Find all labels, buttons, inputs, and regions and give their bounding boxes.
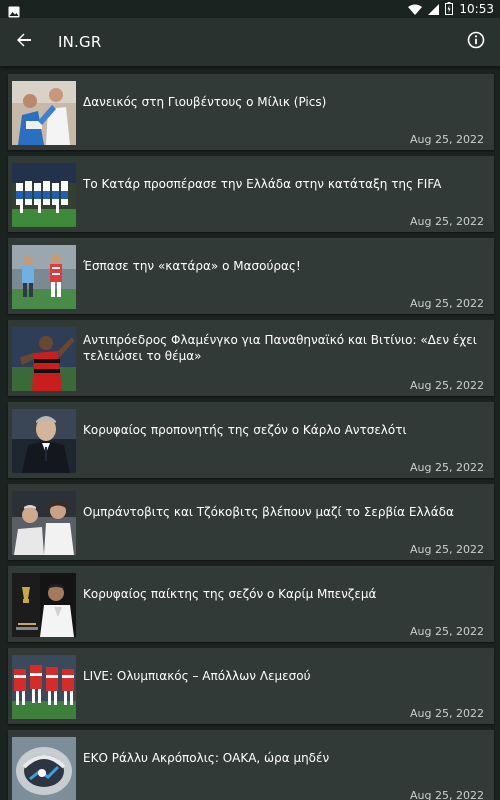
news-thumbnail	[12, 491, 76, 555]
news-title: Δανεικός στη Γιουβέντους ο Μίλικ (Pics)	[83, 95, 327, 109]
news-date: Aug 25, 2022	[410, 707, 484, 720]
news-thumbnail	[12, 81, 76, 145]
status-time: 10:53	[459, 2, 494, 16]
news-thumbnail	[12, 573, 76, 637]
news-title: ΕΚΟ Ράλλυ Ακρόπολις: ΟΑΚΑ, ώρα μηδέν	[83, 751, 330, 765]
news-title: Κορυφαίος προπονητής της σεζόν ο Κάρλο Α…	[83, 423, 407, 437]
app-bar: IN.GR	[0, 18, 500, 66]
news-date: Aug 25, 2022	[410, 543, 484, 556]
info-button[interactable]	[460, 26, 492, 58]
news-thumbnail	[12, 327, 76, 391]
news-date: Aug 25, 2022	[410, 379, 484, 392]
news-item[interactable]: ΕΚΟ Ράλλυ Ακρόπολις: ΟΑΚΑ, ώρα μηδέν Aug…	[8, 730, 494, 800]
news-title: Ομπράντοβιτς και Τζόκοβιτς βλέπουν μαζί …	[83, 505, 454, 519]
signal-icon	[428, 0, 440, 19]
status-icons: 10:53	[408, 0, 494, 18]
news-title: Αντιπρόεδρος Φλαμένγκο για Παναθηναϊκό κ…	[83, 333, 477, 363]
news-item[interactable]: Το Κατάρ προσπέρασε την Ελλάδα στην κατά…	[8, 156, 494, 232]
app-title: IN.GR	[58, 33, 102, 51]
news-title: Το Κατάρ προσπέρασε την Ελλάδα στην κατά…	[83, 177, 442, 191]
news-date: Aug 25, 2022	[410, 297, 484, 310]
news-date: Aug 25, 2022	[410, 133, 484, 146]
arrow-back-icon	[16, 32, 32, 52]
news-date: Aug 25, 2022	[410, 461, 484, 474]
info-icon	[467, 31, 485, 53]
news-thumbnail	[12, 163, 76, 227]
news-item[interactable]: Κορυφαίος παίκτης της σεζόν ο Καρίμ Μπεν…	[8, 566, 494, 642]
news-item[interactable]: Αντιπρόεδρος Φλαμένγκο για Παναθηναϊκό κ…	[8, 320, 494, 396]
news-item[interactable]: Δανεικός στη Γιουβέντους ο Μίλικ (Pics) …	[8, 74, 494, 150]
news-date: Aug 25, 2022	[410, 215, 484, 228]
news-title: Έσπασε την «κατάρα» ο Μασούρας!	[83, 259, 301, 273]
news-item[interactable]: Έσπασε την «κατάρα» ο Μασούρας! Aug 25, …	[8, 238, 494, 314]
status-bar: 10:53	[0, 0, 500, 18]
news-title: Κορυφαίος παίκτης της σεζόν ο Καρίμ Μπεν…	[83, 587, 377, 601]
news-thumbnail	[12, 245, 76, 309]
wifi-icon	[408, 0, 423, 19]
news-thumbnail	[12, 737, 76, 800]
news-thumbnail	[12, 655, 76, 719]
news-item[interactable]: Ομπράντοβιτς και Τζόκοβιτς βλέπουν μαζί …	[8, 484, 494, 560]
news-item[interactable]: LIVE: Ολυμπιακός – Απόλλων Λεμεσού Aug 2…	[8, 648, 494, 724]
news-date: Aug 25, 2022	[410, 625, 484, 638]
news-date: Aug 25, 2022	[410, 789, 484, 800]
news-list[interactable]: Δανεικός στη Γιουβέντους ο Μίλικ (Pics) …	[0, 66, 500, 800]
news-title: LIVE: Ολυμπιακός – Απόλλων Λεμεσού	[83, 669, 311, 683]
news-item[interactable]: Κορυφαίος προπονητής της σεζόν ο Κάρλο Α…	[8, 402, 494, 478]
image-icon	[8, 3, 20, 18]
battery-icon	[445, 0, 454, 19]
back-button[interactable]	[8, 26, 40, 58]
news-thumbnail	[12, 409, 76, 473]
